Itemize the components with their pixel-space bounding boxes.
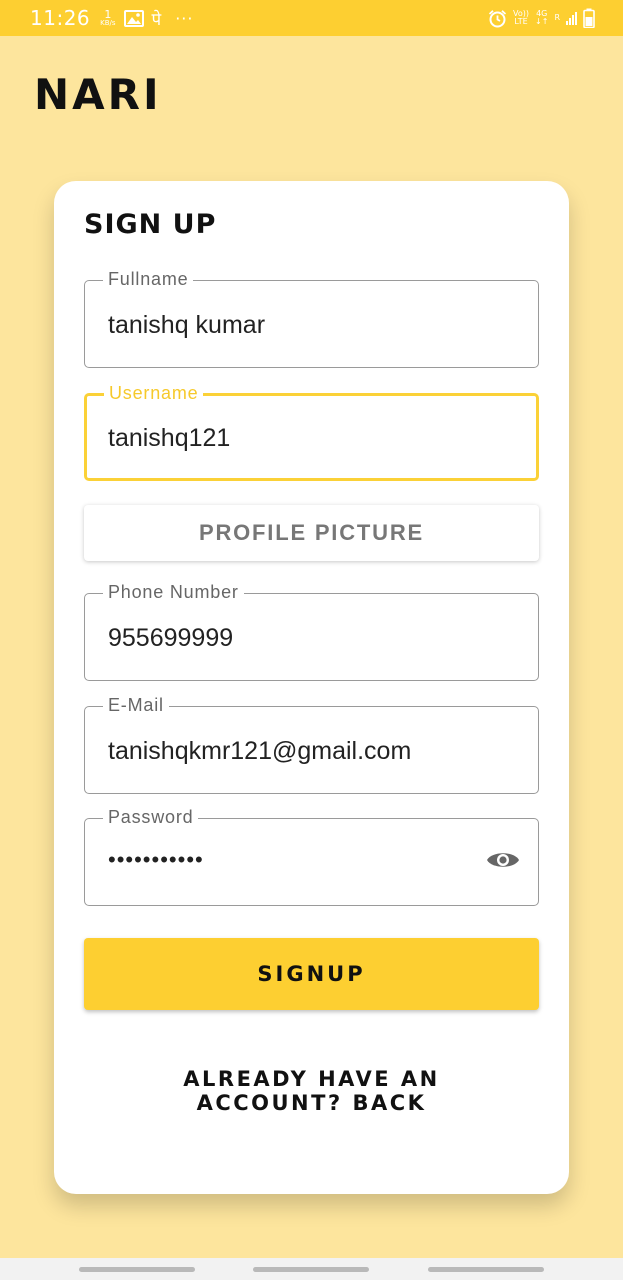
form-title: SIGN UP [84,209,217,240]
password-label: Password [103,807,199,828]
system-nav-bar [0,1258,623,1280]
username-field[interactable]: Username tanishq121 [84,383,539,481]
login-link[interactable]: ALREADY HAVE AN ACCOUNT? BACK [174,1067,449,1115]
app-title: NARI [34,70,162,119]
data-arrows-icon: ↓↑ [535,17,549,26]
fullname-value: tanishq kumar [108,311,266,339]
email-label: E-Mail [103,695,169,716]
email-field[interactable]: E-Mail tanishqkmr121@gmail.com [84,695,539,794]
data-rate-value: 1 [104,7,112,21]
phone-value: 955699999 [108,624,234,652]
volte-bottom: LTE [514,17,528,26]
username-label: Username [104,383,204,404]
signup-card: SIGN UP Fullname tanishq kumar Username … [54,181,569,1194]
profile-picture-button[interactable]: PROFILE PICTURE [84,505,539,561]
fullname-field[interactable]: Fullname tanishq kumar [84,269,539,368]
nav-gesture-left[interactable] [79,1267,195,1272]
status-right: Vo)) LTE 4G ↓↑ R [488,8,623,28]
data-rate-indicator: 1 KB/s [100,7,116,27]
battery-icon [583,8,595,28]
password-field[interactable]: Password ••••••••••• [84,807,539,906]
image-icon [123,9,144,27]
data-rate-unit: KB/s [100,18,116,27]
fullname-label: Fullname [103,269,194,290]
nav-gesture-center[interactable] [253,1267,369,1272]
nav-gesture-right[interactable] [428,1267,544,1272]
status-left: 11:26 1 KB/s पे ··· [0,6,193,30]
alarm-icon [488,9,507,27]
phone-label: Phone Number [103,582,244,603]
email-value: tanishqkmr121@gmail.com [108,737,412,765]
signal-icon [566,11,577,25]
network-type-indicator: 4G ↓↑ [535,10,548,26]
eye-icon[interactable] [486,849,520,871]
status-bar: 11:26 1 KB/s पे ··· Vo)) LTE 4G ↓↑ R [0,0,623,36]
more-notifications-icon: ··· [175,8,194,28]
roaming-indicator: R [554,14,560,22]
phone-field[interactable]: Phone Number 955699999 [84,582,539,681]
username-value: tanishq121 [108,424,231,452]
password-value: ••••••••••• [108,847,204,872]
status-time: 11:26 [30,6,91,30]
volte-indicator: Vo)) LTE [513,10,529,26]
roaming-label: R [554,13,560,22]
signup-button[interactable]: SIGNUP [84,938,539,1010]
payment-app-icon: पे [151,9,162,30]
